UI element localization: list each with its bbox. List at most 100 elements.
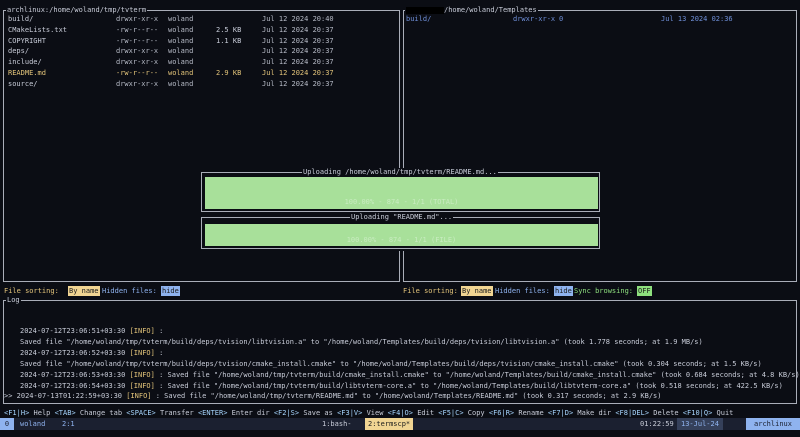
file-name: README.md — [8, 69, 46, 77]
file-owner: woland — [168, 58, 194, 67]
log-level: [INFO] — [129, 381, 155, 390]
file-owner: woland — [168, 69, 194, 77]
help-key: <F4|O> — [387, 409, 413, 417]
log-level: [INFO] — [126, 392, 152, 401]
upload-total-progress-text: 100.00% - 874 - 1/1 (TOTAL) — [344, 198, 459, 206]
sync-label: Sync browsing: — [574, 287, 634, 295]
help-label: Rename — [518, 409, 544, 417]
log-line: Saved file "/home/woland/tmp/tvterm/buil… — [20, 359, 766, 369]
file-row[interactable]: build/drwxr-xr-x 0 Jul 13 2024 02:36 — [406, 14, 786, 24]
log-level: [INFO] — [129, 348, 155, 357]
upload-total-title: Uploading /home/woland/tmp/tvterm/README… — [302, 168, 498, 177]
file-row[interactable]: source/drwxr-xr-x woland Jul 12 2024 20:37 — [6, 79, 386, 89]
help-key: <F3|V> — [337, 409, 363, 417]
upload-total-box: Uploading /home/woland/tmp/tvterm/README… — [201, 168, 600, 212]
help-key: <F10|Q> — [682, 409, 713, 417]
help-label: Enter dir — [231, 409, 270, 417]
file-owner: woland — [168, 79, 194, 88]
log-message: : — [159, 327, 164, 335]
right-sorting-label: File sorting: — [403, 287, 458, 295]
left-sorting-value[interactable]: By name — [68, 286, 100, 296]
right-hidden-value[interactable]: hide — [554, 286, 573, 296]
file-permissions: drwxr-xr-x — [116, 47, 159, 56]
status-date: 13-Jul-24 — [677, 418, 723, 430]
help-label: View — [366, 409, 384, 417]
file-row[interactable]: build/drwxr-xr-x woland Jul 12 2024 20:40 — [6, 14, 386, 24]
file-size: 2.9 KB — [216, 69, 242, 77]
tmux-status-bar: 0 woland 2:1 1:bash- 2:termscp* 01:22:59… — [0, 418, 800, 430]
log-level: [INFO] — [129, 370, 155, 379]
log-message: : Saved file "/home/woland/tmp/tvterm/bu… — [159, 381, 783, 390]
upload-file-box: Uploading "README.md"... 100.00% - 874 -… — [201, 213, 600, 249]
log-prefix: >> — [4, 392, 13, 401]
help-label: Delete — [653, 409, 679, 417]
help-label: Make dir — [577, 409, 612, 417]
file-row[interactable]: include/drwxr-xr-x woland Jul 12 2024 20:3… — [6, 57, 386, 67]
sync-value[interactable]: OFF — [637, 286, 652, 296]
help-key: <ENTER> — [197, 409, 228, 417]
left-hidden-value[interactable]: hide — [161, 286, 180, 296]
file-permissions: drwxr-xr-x — [513, 15, 556, 23]
file-name: include/ — [8, 58, 42, 67]
help-key: <F6|R> — [488, 409, 515, 417]
log-message: : Saved file "/home/woland/tmp/tvterm/bu… — [159, 370, 800, 379]
file-name: COPYRIGHT — [8, 36, 46, 45]
upload-file-progress-text: 100.00% - 874 - 1/1 (FILE) — [346, 236, 457, 244]
file-date: Jul 12 2024 20:37 — [262, 36, 334, 45]
help-key: <SPACE> — [126, 409, 156, 417]
file-permissions: drwxr-xr-x — [116, 58, 159, 67]
file-permissions: -rw-r--r-- — [116, 36, 159, 45]
file-row[interactable]: CMakeLists.txt -rw-r--r-- woland 2.5 KB Jul … — [6, 25, 386, 35]
log-message: Saved file "/home/woland/tmp/tvterm/buil… — [20, 337, 703, 346]
file-row[interactable]: COPYRIGHT -rw-r--r-- woland 1.1 KB Jul 12 20… — [6, 36, 386, 46]
help-key: <F1|H> — [4, 409, 30, 417]
file-row[interactable]: README.md -rw-r--r-- woland 2.9 KB Jul 12 20… — [6, 68, 386, 78]
file-name: build/ — [406, 15, 432, 23]
file-date: Jul 13 2024 02:36 — [661, 15, 733, 23]
help-label: Help — [33, 409, 51, 417]
file-date: Jul 12 2024 20:37 — [262, 25, 334, 34]
help-label: Edit — [417, 409, 435, 417]
file-name: build/ — [8, 15, 34, 23]
file-date: Jul 12 2024 20:37 — [262, 69, 334, 77]
log-line: 2024-07-12T23:06:52+03:30 [INFO] : — [20, 348, 168, 358]
upload-file-progress: 100.00% - 874 - 1/1 (FILE) — [205, 224, 598, 246]
help-key: <F2|S> — [273, 409, 300, 417]
file-permissions: -rw-r--r-- — [116, 25, 159, 34]
file-owner: 0 — [559, 15, 564, 23]
file-owner: woland — [168, 36, 194, 45]
status-time: 01:22:59 — [640, 420, 674, 428]
help-bar: <F1|H> Help <TAB> Change tab <SPACE> Tra… — [4, 408, 800, 418]
log-timestamp: 2024-07-12T23:06:53+03:30 — [20, 370, 126, 379]
help-label: Save as — [303, 409, 333, 417]
file-owner: woland — [168, 47, 194, 56]
help-label: Change tab — [79, 409, 123, 417]
file-owner: woland — [168, 15, 194, 23]
file-size: 2.5 KB — [216, 25, 242, 34]
file-row[interactable]: deps/drwxr-xr-x woland Jul 12 2024 20:37 — [6, 46, 386, 56]
upload-dialog: Uploading /home/woland/tmp/tvterm/README… — [201, 168, 600, 251]
session-index[interactable]: 0 — [0, 418, 14, 430]
log-line: 2024-07-12T23:06:54+03:30 [INFO] : Saved… — [20, 381, 787, 391]
log-timestamp: 2024-07-12T23:06:52+03:30 — [20, 348, 126, 357]
right-sorting-value[interactable]: By name — [461, 286, 493, 296]
window-termscp[interactable]: 2:termscp* — [365, 418, 414, 430]
log-line: 2024-07-12T23:06:51+03:30 [INFO] : — [20, 326, 168, 336]
help-key: <TAB> — [54, 409, 76, 417]
host-redaction — [406, 6, 444, 14]
file-date: Jul 12 2024 20:37 — [262, 79, 334, 88]
status-host: archlinux — [746, 418, 800, 430]
help-key: <F8|DEL> — [615, 409, 650, 417]
file-size: 1.1 KB — [216, 36, 242, 45]
right-panel-path: /home/woland/Templates — [444, 6, 537, 14]
log-message: Saved file "/home/woland/tmp/tvterm/buil… — [20, 359, 762, 368]
file-date: Jul 12 2024 20:40 — [262, 15, 334, 23]
log-timestamp: 2024-07-12T23:06:54+03:30 — [20, 381, 126, 390]
log-line: 2024-07-12T23:06:53+03:30 [INFO] : Saved… — [20, 370, 800, 380]
right-hidden-label: Hidden files: — [495, 287, 550, 295]
file-owner: woland — [168, 25, 194, 34]
upload-total-progress: 100.00% - 874 - 1/1 (TOTAL) — [205, 177, 598, 209]
help-label: Copy — [467, 409, 485, 417]
log-level: [INFO] — [129, 327, 155, 335]
window-bash[interactable]: 1:bash- — [322, 418, 352, 430]
